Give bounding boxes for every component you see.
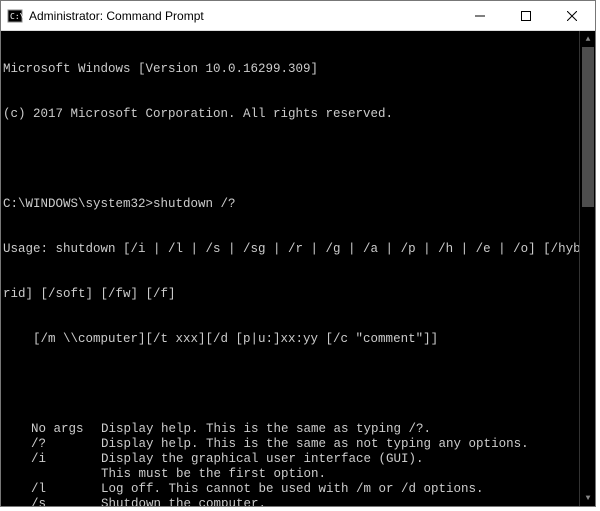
terminal-area[interactable]: Microsoft Windows [Version 10.0.16299.30… bbox=[1, 31, 595, 506]
close-icon bbox=[567, 11, 577, 21]
prompt-text: C:\WINDOWS\system32> bbox=[3, 197, 153, 211]
maximize-button[interactable] bbox=[503, 1, 549, 30]
usage-line-1: Usage: shutdown [/i | /l | /s | /sg | /r… bbox=[3, 242, 593, 257]
option-row: /?Display help. This is the same as not … bbox=[3, 437, 593, 452]
window-controls bbox=[457, 1, 595, 30]
option-key: No args bbox=[3, 422, 101, 437]
option-desc: Display help. This is the same as not ty… bbox=[101, 437, 593, 452]
option-key: /? bbox=[3, 437, 101, 452]
option-key: /i bbox=[3, 452, 101, 467]
close-button[interactable] bbox=[549, 1, 595, 30]
option-row: /sShutdown the computer. bbox=[3, 497, 593, 506]
option-desc: Shutdown the computer. bbox=[101, 497, 593, 506]
prompt-line: C:\WINDOWS\system32>shutdown /? bbox=[3, 197, 593, 212]
command-text: shutdown /? bbox=[153, 197, 236, 211]
command-prompt-window: C:\ Administrator: Command Prompt Micros… bbox=[0, 0, 596, 507]
titlebar[interactable]: C:\ Administrator: Command Prompt bbox=[1, 1, 595, 31]
minimize-button[interactable] bbox=[457, 1, 503, 30]
minimize-icon bbox=[475, 11, 485, 21]
version-line: Microsoft Windows [Version 10.0.16299.30… bbox=[3, 62, 593, 77]
option-desc: Display help. This is the same as typing… bbox=[101, 422, 593, 437]
cmd-icon: C:\ bbox=[7, 8, 23, 24]
window-title: Administrator: Command Prompt bbox=[29, 9, 457, 23]
usage-line-3: [/m \\computer][/t xxx][/d [p|u:]xx:yy [… bbox=[3, 332, 593, 347]
option-row: /lLog off. This cannot be used with /m o… bbox=[3, 482, 593, 497]
option-desc: Log off. This cannot be used with /m or … bbox=[101, 482, 593, 497]
scroll-up-button[interactable]: ▲ bbox=[580, 31, 595, 47]
scroll-thumb[interactable] bbox=[582, 47, 594, 207]
option-desc-cont: This must be the first option. bbox=[3, 467, 593, 482]
option-desc: Display the graphical user interface (GU… bbox=[101, 452, 593, 467]
copyright-line: (c) 2017 Microsoft Corporation. All righ… bbox=[3, 107, 593, 122]
svg-text:C:\: C:\ bbox=[10, 12, 23, 21]
option-key: /l bbox=[3, 482, 101, 497]
option-row: No argsDisplay help. This is the same as… bbox=[3, 422, 593, 437]
options-list: No argsDisplay help. This is the same as… bbox=[3, 422, 593, 506]
maximize-icon bbox=[521, 11, 531, 21]
blank bbox=[3, 152, 593, 167]
blank bbox=[3, 377, 593, 392]
vertical-scrollbar[interactable]: ▲ ▼ bbox=[579, 31, 595, 506]
usage-line-2: rid] [/soft] [/fw] [/f] bbox=[3, 287, 593, 302]
option-row: /iDisplay the graphical user interface (… bbox=[3, 452, 593, 467]
option-key: /s bbox=[3, 497, 101, 506]
scroll-down-button[interactable]: ▼ bbox=[580, 490, 595, 506]
